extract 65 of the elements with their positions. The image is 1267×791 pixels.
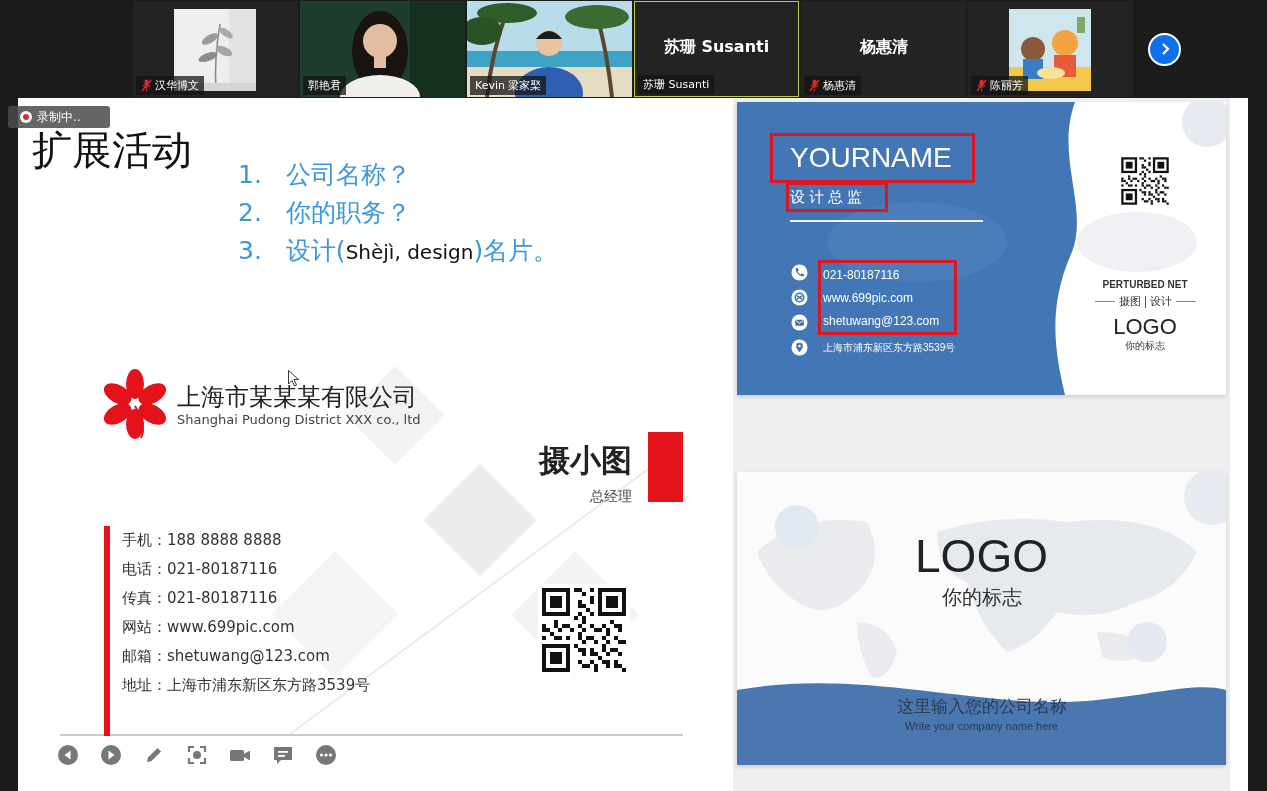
participant-label: 汉华博文 (155, 78, 199, 93)
person-name: 摄小图 (539, 441, 632, 480)
contact-text: shetuwang@123.com (823, 313, 941, 328)
qr-code (1119, 155, 1171, 207)
brand-name: PERTURBED NET (1102, 279, 1188, 290)
participant-name: 苏珊 Susanti (663, 36, 770, 58)
participant-label: Kevin 梁家棸 (475, 78, 542, 93)
question-number: 2. (238, 197, 262, 229)
contact-line: 传真：021-80187116 (122, 588, 279, 609)
mail-icon (791, 314, 808, 331)
company-name: 这里输入您的公司名称 (896, 695, 1067, 718)
company-name: 上海市某某某有限公司 (177, 381, 418, 412)
job-title: 总经理 (590, 488, 632, 506)
contact-text: 021-80187116 (823, 267, 901, 282)
participant-label: 郭艳君 (308, 78, 341, 93)
question-text: 你的职务？ (285, 197, 411, 229)
card-job-title: 设计总监 (789, 187, 866, 207)
question-number: 3. (238, 235, 262, 267)
focus-icon[interactable] (186, 744, 208, 766)
contact-text: 上海市浦东新区东方路3539号 (822, 340, 957, 355)
next-page-button[interactable] (1148, 32, 1181, 66)
recording-label: 录制中.. (37, 108, 81, 126)
participant-name: 杨惠清 (859, 36, 908, 58)
video-tile[interactable]: Kevin 梁家棸 (467, 1, 632, 97)
logo-caption: 你的标志 (1125, 339, 1165, 353)
video-tile[interactable]: 汉华博文 (133, 1, 298, 97)
muted-mic-icon (976, 79, 987, 92)
card-name: YOURNAME (789, 142, 952, 174)
question-text: 公司名称？ (285, 159, 411, 191)
company-name-english: Shanghai Pudong District XXX co., ltd (177, 411, 421, 427)
logo-text: LOGO (915, 530, 1048, 582)
previous-slide-icon[interactable] (57, 744, 79, 766)
flower-logo-icon (103, 366, 167, 442)
logo-caption: 你的标志 (941, 584, 1022, 611)
video-tile[interactable]: 苏珊 Susanti 苏珊 Susanti (634, 1, 799, 97)
cursor-icon (288, 370, 299, 387)
contact-text: www.699pic.com (823, 290, 915, 305)
record-icon (20, 111, 32, 123)
participant-label: 杨惠清 (823, 78, 856, 93)
brand-tag: 摄图 (1118, 294, 1141, 309)
video-tile[interactable]: 郭艳君 (300, 1, 465, 97)
contact-line: 电话：021-80187116 (122, 559, 279, 580)
video-tile[interactable]: 杨惠清 杨惠清 (801, 1, 966, 97)
slide-title: 扩展活动 (32, 130, 193, 170)
phone-icon (791, 264, 808, 281)
location-pin-icon (791, 339, 808, 356)
contact-line: 手机：188 8888 8888 (122, 530, 283, 551)
participant-label: 陈丽芳 (990, 78, 1023, 93)
muted-mic-icon (141, 79, 152, 92)
company-name-english: Write your company name here (904, 720, 1059, 732)
participant-label: 苏珊 Susanti (643, 77, 710, 92)
video-tile[interactable]: 陈丽芳 (968, 1, 1133, 97)
contact-line: 网站：www.699pic.com (122, 617, 296, 638)
logo-text: LOGO (1113, 315, 1177, 339)
contact-line: 邮箱：shetuwang@123.com (122, 646, 331, 667)
brand-tag: 设计 (1149, 294, 1172, 309)
accent-block (648, 432, 683, 502)
question-text: 设计(Shèjì, design)名片。 (285, 235, 559, 267)
globe-icon (791, 289, 808, 306)
chat-icon[interactable] (272, 744, 294, 766)
contact-line: 地址：上海市浦东新区东方路3539号 (122, 675, 372, 696)
question-number: 1. (238, 159, 262, 191)
more-icon[interactable] (315, 744, 337, 766)
next-slide-icon[interactable] (100, 744, 122, 766)
muted-mic-icon (809, 79, 820, 92)
